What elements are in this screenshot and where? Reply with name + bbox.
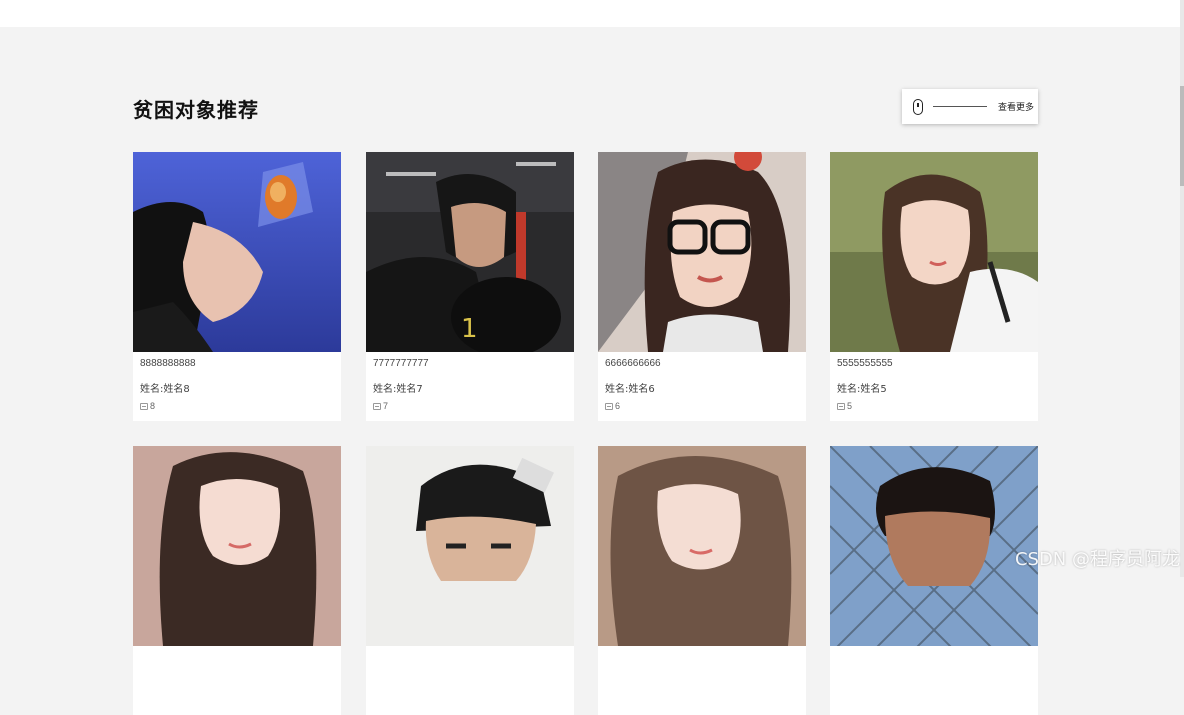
- card-phone: 8888888888: [140, 358, 196, 369]
- card-name: 姓名:姓名7: [373, 380, 423, 395]
- view-more-button[interactable]: 查看更多: [902, 89, 1038, 124]
- section-title: 贫困对象推荐: [133, 94, 259, 123]
- card-count-value: 8: [150, 401, 155, 411]
- card-comment-count: 5: [837, 401, 852, 411]
- card-name: 姓名:姓名8: [140, 380, 190, 395]
- page-scrollbar[interactable]: [1180, 0, 1184, 577]
- person-card[interactable]: [366, 446, 574, 715]
- card-name: 姓名:姓名5: [837, 380, 887, 395]
- person-card[interactable]: 8888888888 姓名:姓名8 8: [133, 152, 341, 421]
- scrollbar-thumb[interactable]: [1180, 86, 1184, 186]
- person-photo[interactable]: [830, 446, 1038, 646]
- person-card[interactable]: [598, 446, 806, 715]
- card-count-value: 7: [383, 401, 388, 411]
- comment-icon: [373, 403, 381, 410]
- card-comment-count: 8: [140, 401, 155, 411]
- person-photo[interactable]: [598, 152, 806, 352]
- svg-text:1: 1: [461, 314, 478, 344]
- comment-icon: [837, 403, 845, 410]
- comment-icon: [140, 403, 148, 410]
- person-card[interactable]: 5555555555 姓名:姓名5 5: [830, 152, 1038, 421]
- view-more-label: 查看更多: [998, 100, 1034, 113]
- mouse-icon: [913, 99, 923, 115]
- person-photo[interactable]: 1: [366, 152, 574, 352]
- more-divider-line: [933, 106, 987, 107]
- card-comment-count: 6: [605, 401, 620, 411]
- top-header-bar: [0, 0, 1184, 27]
- person-photo[interactable]: [830, 152, 1038, 352]
- person-photo[interactable]: [133, 152, 341, 352]
- card-phone: 6666666666: [605, 358, 661, 369]
- person-card[interactable]: 1 7777777777 姓名:姓名7 7: [366, 152, 574, 421]
- person-card[interactable]: [830, 446, 1038, 715]
- person-photo[interactable]: [133, 446, 341, 646]
- person-photo[interactable]: [366, 446, 574, 646]
- person-card[interactable]: 6666666666 姓名:姓名6 6: [598, 152, 806, 421]
- card-count-value: 5: [847, 401, 852, 411]
- person-card[interactable]: [133, 446, 341, 715]
- person-photo[interactable]: [598, 446, 806, 646]
- card-name: 姓名:姓名6: [605, 380, 655, 395]
- card-comment-count: 7: [373, 401, 388, 411]
- comment-icon: [605, 403, 613, 410]
- card-phone: 5555555555: [837, 358, 893, 369]
- card-phone: 7777777777: [373, 358, 429, 369]
- card-count-value: 6: [615, 401, 620, 411]
- csdn-watermark: CSDN @程序员阿龙: [1015, 545, 1180, 571]
